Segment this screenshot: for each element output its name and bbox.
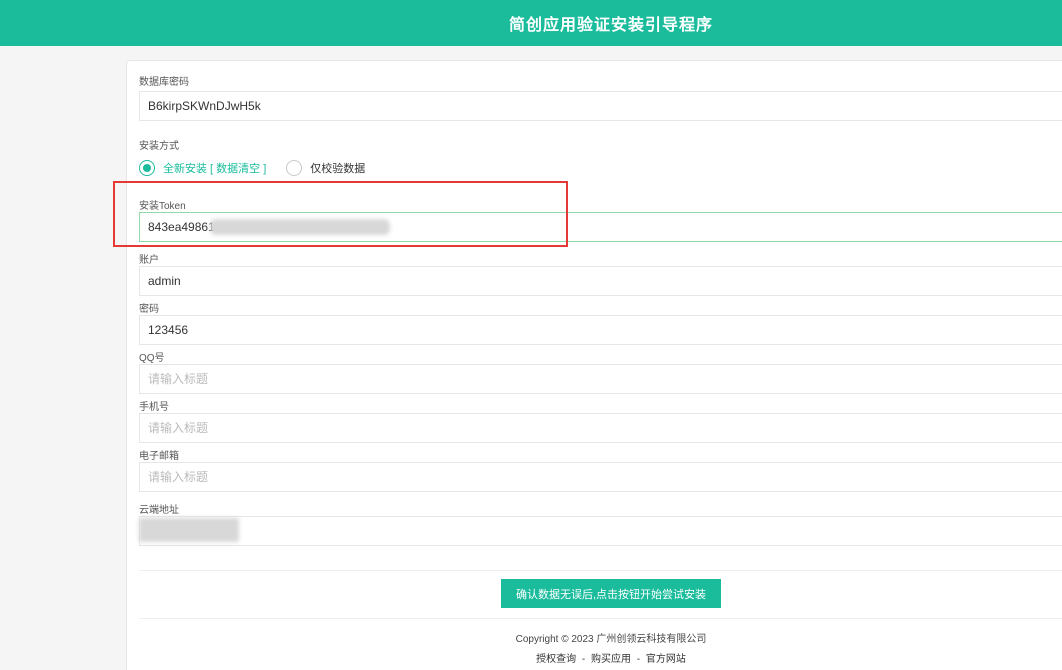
account-label: 账户	[139, 255, 159, 266]
cloud-address-field[interactable]	[139, 516, 1062, 546]
copyright-text: Copyright © 2023 广州创领云科技有限公司	[515, 634, 707, 645]
db-password-label: 数据库密码	[139, 77, 189, 86]
radio-verify-only-label[interactable]: 仅校验数据	[310, 160, 365, 176]
qq-field[interactable]: 请输入标题	[139, 364, 1062, 394]
account-field[interactable]: admin	[139, 266, 1062, 296]
email-label: 电子邮箱	[139, 451, 179, 462]
divider-bottom	[139, 618, 1062, 619]
db-password-field[interactable]: B6kirpSKWnDJwH5k	[139, 91, 1062, 121]
phone-field[interactable]: 请输入标题	[139, 413, 1062, 443]
redacted-token-blur	[210, 219, 390, 235]
footer-link-license-query[interactable]: 授权查询	[536, 654, 576, 665]
token-label: 安装Token	[139, 201, 186, 212]
footer-links: 授权查询 - 购买应用 - 官方网站	[0, 650, 1062, 665]
start-install-button[interactable]: 确认数据无误后,点击按钮开始尝试安装	[501, 579, 721, 608]
footer-link-buy-app[interactable]: 购买应用	[591, 654, 631, 665]
email-field[interactable]: 请输入标题	[139, 462, 1062, 492]
radio-fresh-install[interactable]	[139, 160, 155, 176]
divider-top	[139, 570, 1062, 571]
redacted-cloud-blur	[139, 518, 239, 542]
footer-separator: -	[636, 654, 641, 665]
footer-link-official-site[interactable]: 官方网站	[646, 654, 686, 665]
radio-verify-only[interactable]	[286, 160, 303, 176]
cloud-address-label: 云端地址	[139, 505, 179, 516]
radio-fresh-install-label[interactable]: 全新安装 [ 数据清空 ]	[163, 160, 266, 176]
password-label: 密码	[139, 304, 159, 315]
phone-label: 手机号	[139, 402, 169, 413]
footer-separator: -	[581, 654, 586, 665]
qq-label: QQ号	[139, 353, 165, 364]
page-title: 简创应用验证安装引导程序	[508, 17, 713, 34]
install-mode-label: 安装方式	[139, 141, 179, 152]
install-mode-radio-group: 全新安装 [ 数据清空 ] 仅校验数据	[139, 160, 365, 176]
password-field[interactable]: 123456	[139, 315, 1062, 345]
token-value: 843ea49861	[148, 220, 215, 234]
top-header-bar: 简创应用验证安装引导程序	[0, 0, 1062, 46]
